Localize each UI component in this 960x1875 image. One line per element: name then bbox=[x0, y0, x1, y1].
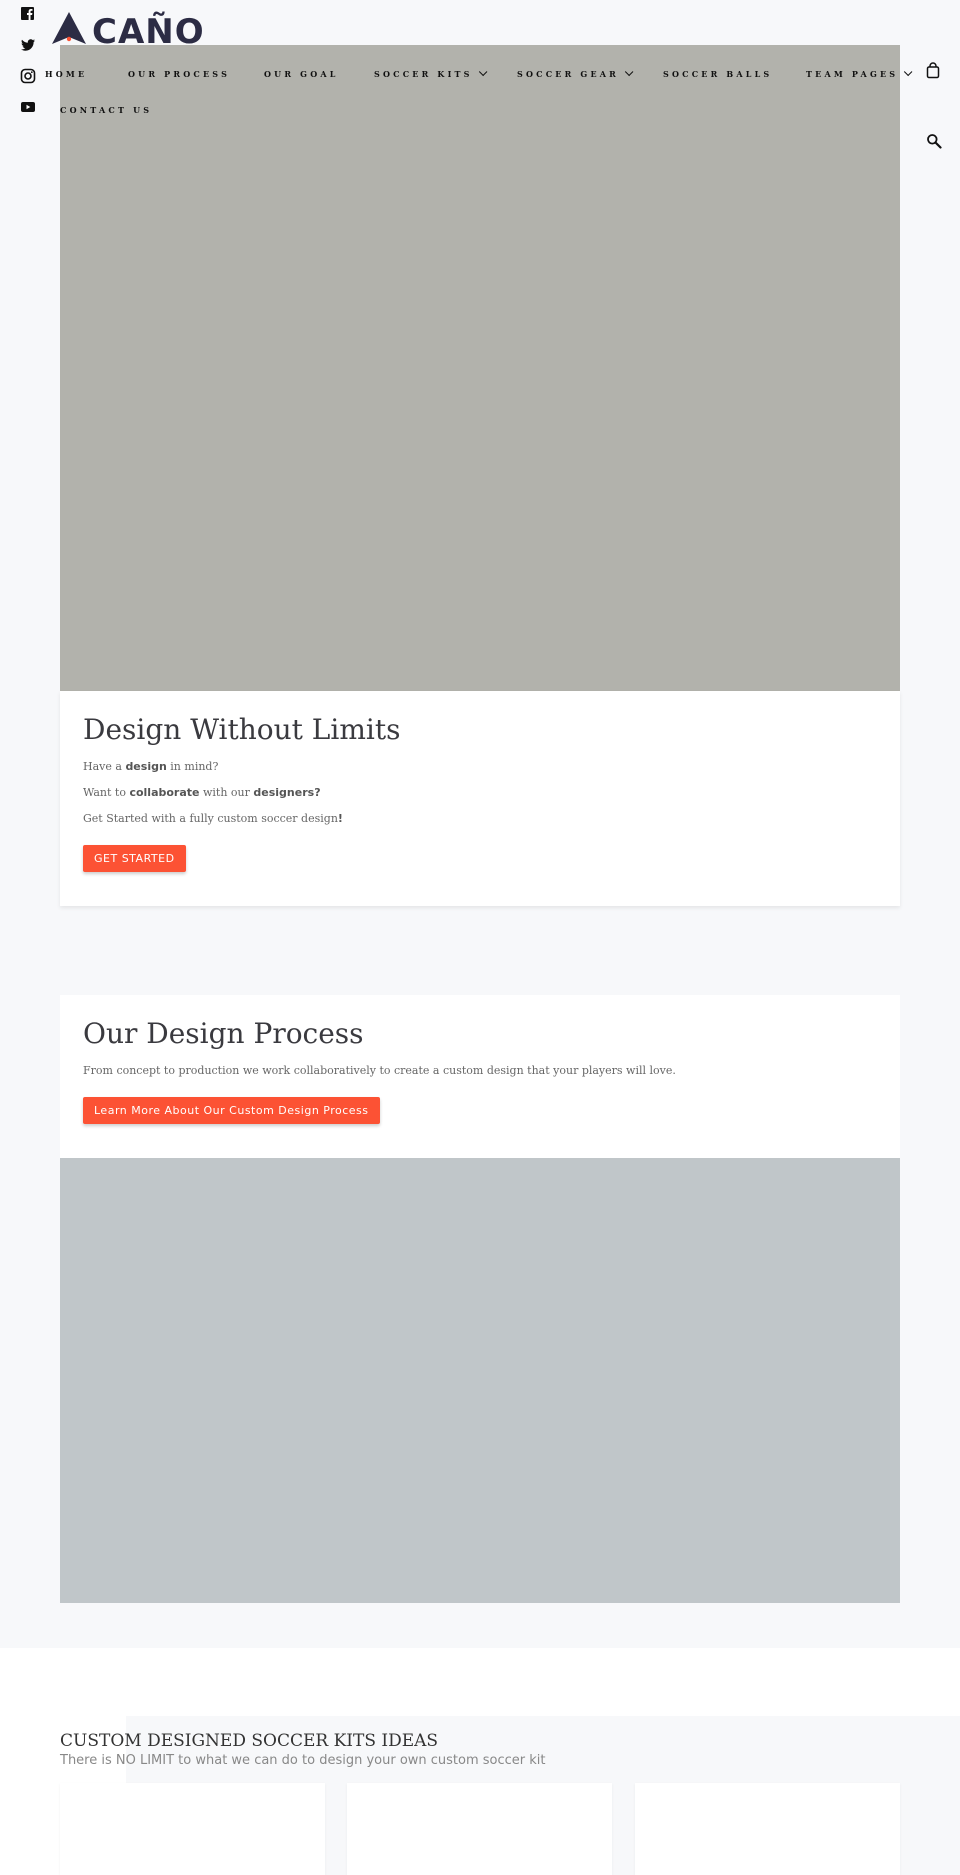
nav-item-soccer-gear[interactable]: SOCCER GEAR bbox=[517, 67, 634, 79]
nav-item-home[interactable]: HOME bbox=[45, 69, 87, 79]
kit-card[interactable] bbox=[347, 1783, 612, 1875]
chevron-down-icon bbox=[624, 67, 634, 77]
hero-image bbox=[60, 45, 900, 691]
shopping-bag-icon[interactable] bbox=[926, 62, 940, 79]
hero-title: Design Without Limits bbox=[83, 713, 401, 746]
hero-card: Design Without Limits Have a design in m… bbox=[60, 691, 900, 906]
nav-item-contact-us[interactable]: CONTACT US bbox=[60, 105, 152, 115]
nav-item-our-process[interactable]: OUR PROCESS bbox=[128, 69, 230, 79]
learn-more-process-button[interactable]: Learn More About Our Custom Design Proce… bbox=[83, 1097, 380, 1124]
nav-item-soccer-balls[interactable]: SOCCER BALLS bbox=[663, 69, 772, 79]
twitter-icon[interactable] bbox=[20, 37, 36, 53]
hero-line-2: Want to collaborate with our designers? bbox=[83, 786, 321, 799]
kit-card[interactable] bbox=[635, 1783, 900, 1875]
cano-logo-icon: CAÑO bbox=[52, 11, 205, 52]
kits-title: CUSTOM DESIGNED SOCCER KITS IDEAS bbox=[60, 1731, 439, 1751]
brand-logo[interactable]: CAÑO bbox=[50, 8, 236, 52]
svg-text:CAÑO: CAÑO bbox=[92, 11, 205, 46]
kits-subtitle: There is NO LIMIT to what we can do to d… bbox=[60, 1753, 546, 1768]
nav-item-soccer-kits[interactable]: SOCCER KITS bbox=[374, 67, 488, 79]
facebook-icon[interactable] bbox=[20, 6, 36, 22]
nav-item-team-pages[interactable]: TEAM PAGES bbox=[806, 67, 913, 79]
kit-card[interactable] bbox=[60, 1783, 325, 1875]
get-started-button[interactable]: GET STARTED bbox=[83, 845, 186, 872]
process-card: Our Design Process From concept to produ… bbox=[60, 995, 900, 1158]
process-image bbox=[60, 1158, 900, 1603]
hero-line-1: Have a design in mind? bbox=[83, 760, 219, 773]
hero-line-3: Get Started with a fully custom soccer d… bbox=[83, 812, 343, 825]
chevron-down-icon bbox=[478, 67, 488, 77]
main-nav: HOME OUR PROCESS OUR GOAL SOCCER KITS SO… bbox=[0, 62, 960, 122]
search-icon[interactable] bbox=[926, 133, 942, 149]
chevron-down-icon bbox=[904, 67, 913, 77]
process-title: Our Design Process bbox=[83, 1017, 364, 1050]
process-text: From concept to production we work colla… bbox=[83, 1064, 676, 1077]
nav-item-our-goal[interactable]: OUR GOAL bbox=[264, 69, 339, 79]
